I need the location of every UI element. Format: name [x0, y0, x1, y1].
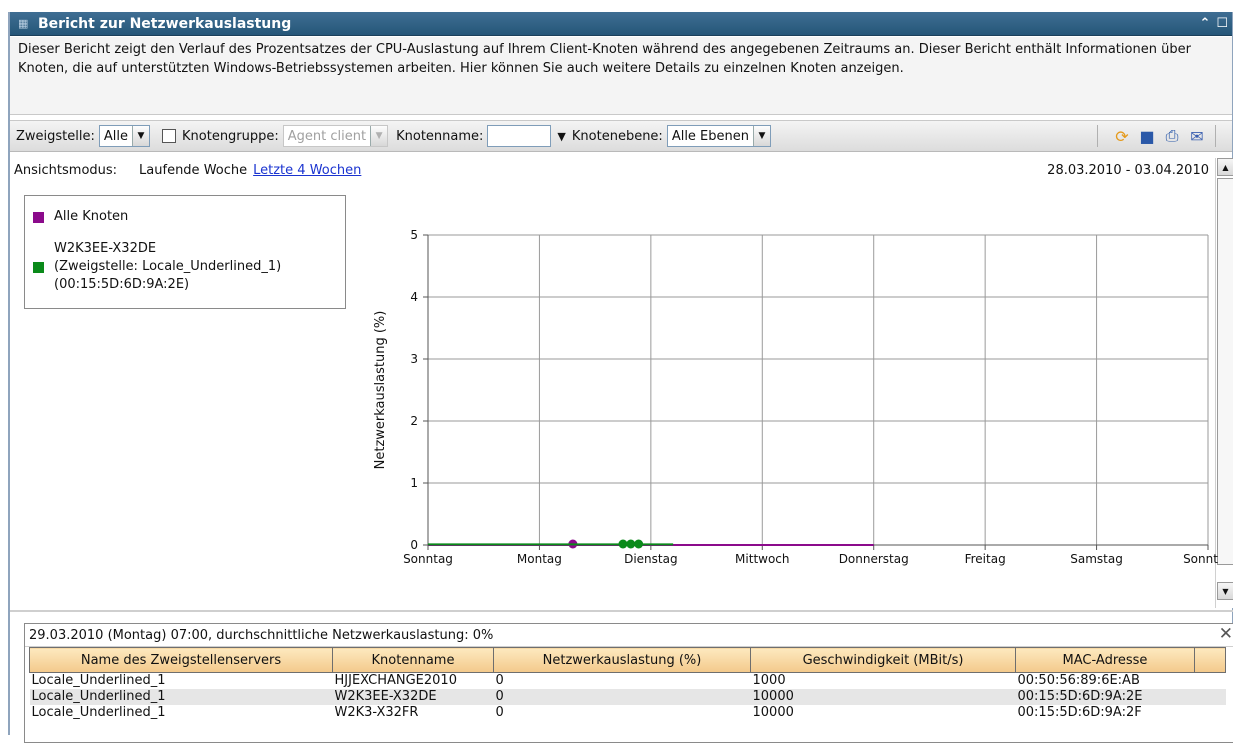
nodegroup-label: Knotengruppe:: [182, 128, 279, 144]
utilization-chart: 0 1 2 3 4 5 Sonntag Montag Dienstag Mittwoch Donne…: [373, 228, 1218, 566]
chevron-down-icon[interactable]: ▼: [753, 126, 770, 146]
scroll-down-icon[interactable]: ▼: [1217, 582, 1233, 600]
legend-label: W2K3EE-X32DE: [54, 241, 157, 256]
detail-header-text: 29.03.2010 (Montag) 07:00, durchschnittl…: [29, 627, 494, 643]
x-tick-label: Sonntag: [1183, 552, 1218, 566]
title-bar: ▦ Bericht zur Netzwerkauslastung ⌃ ☐: [10, 12, 1232, 36]
grip-icon: ▦: [18, 17, 28, 30]
cell-utilization: 0: [495, 673, 504, 688]
filter-toolbar: Zweigstelle: Alle ▼ Knotengruppe: Agent …: [10, 120, 1232, 152]
data-point: [634, 539, 644, 549]
legend-item: Alle Knoten: [33, 208, 128, 226]
toolbar-separator: [1097, 125, 1104, 147]
table-header-row: Name des Zweigstellenservers Knotenname …: [29, 647, 1226, 673]
view-mode-bar: Ansichtsmodus: Laufende Woche Letzte 4 W…: [10, 158, 1215, 182]
cell-nodename: W2K3EE-X32DE: [332, 689, 494, 705]
y-tick-label: 2: [410, 414, 418, 428]
report-panel: ▦ Bericht zur Netzwerkauslastung ⌃ ☐ Die…: [8, 12, 1233, 743]
divider: [10, 610, 1233, 612]
x-tick-label: Dienstag: [624, 552, 678, 566]
cell-utilization: 0: [493, 689, 751, 705]
detail-header: 29.03.2010 (Montag) 07:00, durchschnittl…: [25, 624, 1233, 647]
data-point: [618, 539, 628, 549]
y-tick-label: 1: [410, 476, 418, 490]
save-icon[interactable]: ■: [1136, 125, 1158, 147]
x-tick-label: Freitag: [965, 552, 1006, 566]
legend-label: (Zweigstelle: Locale_Underlined_1): [54, 259, 282, 274]
cell-server: Locale_Underlined_1: [31, 705, 166, 720]
maximize-icon[interactable]: ☐: [1216, 15, 1228, 33]
legend-item: W2K3EE-X32DE (Zweigstelle: Locale_Underl…: [33, 240, 281, 294]
cell-filler: [1195, 705, 1226, 721]
x-tick-label: Samstag: [1070, 552, 1123, 566]
cell-utilization: 0: [495, 705, 504, 720]
x-tick-label: Montag: [517, 552, 562, 566]
chart-legend: Alle Knoten W2K3EE-X32DE (Zweigstelle: L…: [24, 195, 346, 309]
nodelevel-label: Knotenebene:: [571, 128, 663, 144]
cell-nodename: W2K3-X32FR: [334, 705, 419, 720]
y-tick-label: 0: [410, 538, 418, 552]
cell-mac: 00:15:5D:6D:9A:2F: [1017, 705, 1142, 720]
report-title: Bericht zur Netzwerkauslastung: [38, 15, 292, 32]
column-header-filler: [1194, 647, 1226, 673]
email-icon[interactable]: ✉: [1186, 125, 1208, 147]
chevron-down-icon[interactable]: ▼: [370, 126, 388, 146]
cell-speed: 10000: [750, 689, 1016, 705]
column-header-server[interactable]: Name des Zweigstellenservers: [29, 647, 333, 673]
cell-server: Locale_Underlined_1: [31, 673, 166, 688]
close-icon[interactable]: ✕: [1219, 624, 1233, 644]
legend-label: (00:15:5D:6D:9A:2E): [54, 277, 190, 292]
table-row[interactable]: Locale_Underlined_1 HJJEXCHANGE2010 0 10…: [30, 673, 1226, 690]
data-point: [626, 539, 636, 549]
cell-filler: [1194, 689, 1226, 705]
x-tick-label: Mittwoch: [735, 552, 789, 566]
y-tick-label: 5: [410, 228, 418, 242]
legend-label: Alle Knoten: [54, 209, 129, 224]
view-mode-label: Ansichtsmodus:: [14, 162, 118, 178]
date-range: 28.03.2010 - 03.04.2010: [1047, 162, 1209, 178]
scroll-thumb[interactable]: [1217, 178, 1233, 565]
view-mode-last4weeks-link[interactable]: Letzte 4 Wochen: [253, 163, 361, 178]
x-tick-label: Sonntag: [403, 552, 453, 566]
cell-mac: 00:15:5D:6D:9A:2E: [1015, 689, 1195, 705]
nodegroup-checkbox[interactable]: [162, 129, 176, 143]
table-row[interactable]: Locale_Underlined_1 W2K3EE-X32DE 0 10000…: [29, 689, 1226, 705]
y-axis-label: Netzwerkauslastung (%): [373, 311, 388, 470]
cell-filler: [1195, 673, 1226, 690]
view-mode-current: Laufende Woche: [139, 162, 248, 178]
column-header-nodename[interactable]: Knotenname: [332, 647, 494, 673]
y-tick-label: 3: [410, 352, 418, 366]
scroll-up-icon[interactable]: ▲: [1217, 158, 1233, 176]
report-description: Dieser Bericht zeigt den Verlauf des Pro…: [10, 37, 1232, 115]
print-icon[interactable]: ⎙: [1161, 125, 1183, 147]
collapse-icon[interactable]: ⌃: [1199, 15, 1210, 33]
detail-panel: 29.03.2010 (Montag) 07:00, durchschnittl…: [24, 623, 1233, 743]
legend-swatch-node: [33, 262, 44, 273]
detail-table: Name des Zweigstellenservers Knotenname …: [29, 647, 1226, 721]
x-tick-label: Donnerstag: [839, 552, 909, 566]
y-tick-label: 4: [410, 290, 418, 304]
report-tools: ⟳ ■ ⎙ ✉: [1093, 125, 1226, 147]
cell-speed: 10000: [752, 705, 794, 720]
cell-mac: 00:50:56:89:6E:AB: [1017, 673, 1140, 688]
chevron-down-icon[interactable]: ▼: [132, 126, 149, 146]
cell-server: Locale_Underlined_1: [29, 689, 333, 705]
nodename-input[interactable]: [487, 125, 552, 147]
column-header-speed[interactable]: Geschwindigkeit (MBit/s): [750, 647, 1016, 673]
branch-label: Zweigstelle:: [16, 128, 95, 144]
branch-select[interactable]: Alle ▼: [98, 125, 150, 147]
legend-swatch-all: [33, 212, 44, 223]
refresh-icon[interactable]: ⟳: [1111, 125, 1133, 147]
column-header-utilization[interactable]: Netzwerkauslastung (%): [493, 647, 751, 673]
column-header-mac[interactable]: MAC-Adresse: [1015, 647, 1195, 673]
nodename-label: Knotenname:: [396, 128, 484, 144]
nodegroup-select[interactable]: Agent client ▼: [282, 125, 389, 147]
nodename-dropdown-icon[interactable]: ▼: [557, 130, 565, 143]
nodelevel-select[interactable]: Alle Ebenen ▼: [666, 125, 771, 147]
cell-speed: 1000: [752, 673, 786, 688]
cell-nodename: HJJEXCHANGE2010: [334, 673, 457, 688]
toolbar-separator: [1215, 125, 1222, 147]
table-row[interactable]: Locale_Underlined_1 W2K3-X32FR 0 10000 0…: [30, 705, 1226, 721]
